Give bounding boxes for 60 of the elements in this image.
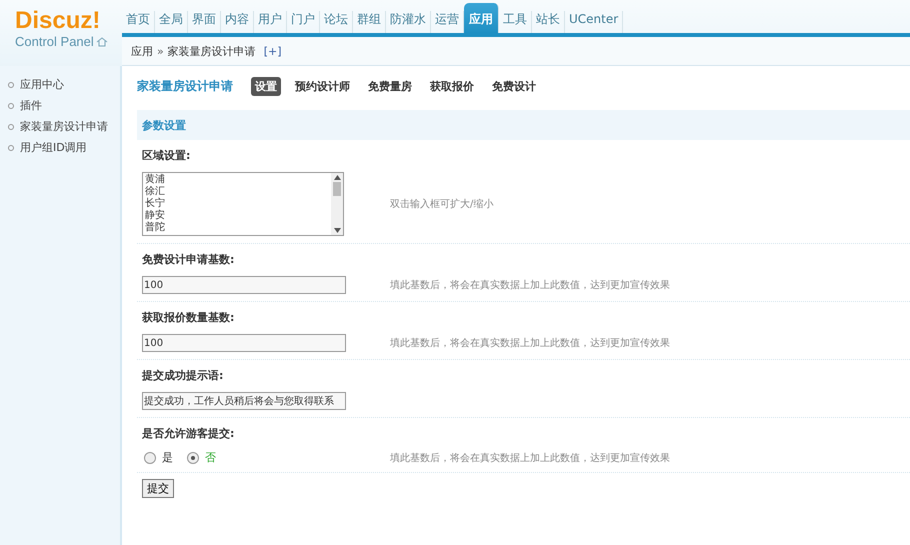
list-option[interactable]: 普陀 bbox=[145, 222, 329, 234]
nav-tab[interactable]: 用户 bbox=[254, 11, 287, 34]
field-hint: 填此基数后，将会在真实数据上加上此数值，达到更加宣传效果 bbox=[390, 278, 670, 292]
bullet-icon bbox=[8, 144, 14, 150]
text-field[interactable]: 提交成功，工作人员稍后将会与您取得联系 bbox=[142, 392, 346, 410]
nav-tab[interactable]: 论坛 bbox=[320, 11, 353, 34]
bullet-icon bbox=[8, 102, 14, 108]
list-option[interactable]: 黄浦 bbox=[145, 174, 329, 186]
sub-tab[interactable]: 预约设计师 bbox=[291, 76, 354, 96]
sub-tab[interactable]: 免费设计 bbox=[488, 76, 540, 96]
nav-tab[interactable]: 内容 bbox=[221, 11, 254, 34]
radio-label[interactable]: 是 bbox=[162, 450, 173, 465]
field-label: 区域设置: bbox=[142, 148, 192, 164]
nav-tab[interactable]: 防灌水 bbox=[386, 11, 431, 34]
text-field[interactable]: 100 bbox=[142, 334, 346, 352]
breadcrumb-link[interactable]: 应用 bbox=[131, 44, 153, 59]
radio-button[interactable] bbox=[144, 452, 156, 464]
sub-tab[interactable]: 免费量房 bbox=[364, 76, 416, 96]
radio-button[interactable] bbox=[187, 452, 199, 464]
breadcrumb-separator: » bbox=[157, 44, 164, 58]
field-label: 提交成功提示语: bbox=[142, 368, 224, 384]
logo-text: Discuz! bbox=[15, 8, 102, 34]
list-box[interactable]: 黄浦 徐汇 长宁 静安 普陀 bbox=[142, 172, 344, 236]
field-hint: 填此基数后，将会在真实数据上加上此数值，达到更加宣传效果 bbox=[390, 452, 670, 464]
sub-tab[interactable]: 获取报价 bbox=[426, 76, 478, 96]
field-hint: 双击输入框可扩大/缩小 bbox=[390, 198, 494, 211]
list-option[interactable]: 长宁 bbox=[145, 198, 329, 210]
field-label: 获取报价数量基数: bbox=[142, 310, 236, 326]
nav-tab[interactable]: 站长 bbox=[532, 11, 565, 34]
list-option[interactable]: 静安 bbox=[145, 210, 329, 222]
nav-tab[interactable]: UCenter bbox=[565, 11, 624, 34]
nav-tab[interactable]: 全局 bbox=[155, 11, 188, 34]
scroll-up-icon[interactable] bbox=[334, 175, 340, 180]
breadcrumb-current: 家装量房设计申请 bbox=[168, 44, 256, 59]
nav-tab[interactable]: 工具 bbox=[499, 11, 532, 34]
bullet-icon bbox=[8, 82, 14, 88]
nav-tab[interactable]: 首页 bbox=[122, 11, 155, 34]
sidebar-item[interactable]: 应用中心 bbox=[20, 77, 64, 92]
section-title: 参数设置 bbox=[142, 118, 186, 132]
field-hint: 填此基数后，将会在真实数据上加上此数值，达到更加宣传效果 bbox=[390, 336, 670, 350]
bullet-icon bbox=[8, 124, 14, 130]
sub-tab[interactable]: 设置 bbox=[251, 76, 281, 96]
add-shortcut-link[interactable]: [+] bbox=[264, 44, 282, 58]
page-title: 家装量房设计申请 bbox=[137, 78, 233, 94]
nav-tab[interactable]: 群组 bbox=[353, 11, 386, 34]
list-option[interactable]: 徐汇 bbox=[145, 186, 329, 198]
logo-subtitle: Control Panel bbox=[15, 34, 94, 49]
sidebar-item[interactable]: 用户组ID调用 bbox=[20, 140, 87, 155]
sidebar-item[interactable]: 插件 bbox=[20, 98, 42, 113]
field-label: 免费设计申请基数: bbox=[142, 252, 236, 268]
field-label: 是否允许游客提交: bbox=[142, 426, 236, 442]
scroll-down-icon[interactable] bbox=[334, 228, 340, 233]
sidebar-item[interactable]: 家装量房设计申请 bbox=[20, 119, 108, 134]
scroll-thumb[interactable] bbox=[333, 182, 341, 196]
nav-tab[interactable]: 界面 bbox=[188, 11, 221, 34]
submit-button[interactable]: 提交 bbox=[142, 479, 174, 498]
home-icon bbox=[96, 36, 108, 46]
nav-tab[interactable]: 门户 bbox=[287, 11, 320, 34]
text-field[interactable]: 100 bbox=[142, 276, 346, 294]
scrollbar[interactable] bbox=[331, 173, 343, 235]
